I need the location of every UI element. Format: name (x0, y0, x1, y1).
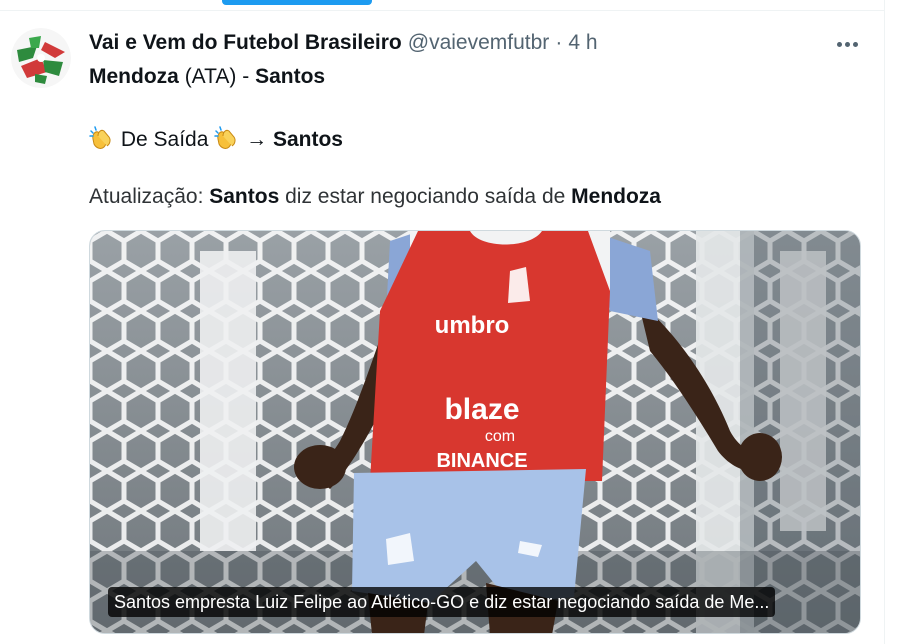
avatar[interactable] (11, 28, 71, 88)
tweet-text-line-3: Atualização: Santos diz estar negociando… (89, 185, 661, 209)
separator-dot: · (555, 31, 563, 54)
club-name: Santos (255, 65, 326, 88)
more-options-icon-dot (852, 41, 858, 47)
tweet-header: Vai e Vem do Futebol Brasileiro @vaievem… (89, 31, 598, 57)
jersey-brand: umbro (435, 312, 510, 339)
departure-label: De Saída (120, 128, 209, 151)
timestamp[interactable]: 4 h (568, 31, 597, 55)
player-position: (ATA) (184, 65, 237, 88)
clapping-hands-emoji (89, 126, 111, 149)
jersey-sponsor-sub: com (485, 428, 515, 445)
tweet-text-line-1: Mendoza (ATA) - Santos (89, 65, 325, 89)
media-caption: Santos empresta Luiz Felipe ao Atlético-… (108, 587, 776, 617)
update-text: diz estar negociando saída de (285, 185, 566, 208)
dash: - (242, 65, 250, 88)
club-name: Santos (272, 128, 343, 151)
tweet-text-line-2: De Saída → Santos (89, 125, 343, 152)
jersey-sponsor-bottom: BINANCE (436, 450, 527, 472)
more-options-button[interactable] (828, 28, 866, 60)
jersey-sponsor-main: blaze (444, 393, 519, 426)
club-name: Santos (209, 185, 280, 208)
player-name: Mendoza (571, 185, 661, 208)
divider (884, 0, 885, 644)
update-prefix: Atualização: (89, 185, 204, 208)
vai-e-vem-logo-icon (11, 28, 71, 88)
clapping-hands-emoji (214, 126, 236, 149)
player-name: Mendoza (89, 65, 179, 88)
display-name[interactable]: Vai e Vem do Futebol Brasileiro (89, 31, 402, 55)
more-options-icon (836, 41, 842, 47)
more-options-icon-dot (844, 41, 850, 47)
tweet[interactable]: Vai e Vem do Futebol Brasileiro @vaievem… (0, 0, 884, 644)
player-photo: umbro blaze com BINANCE (90, 231, 860, 633)
tweet-media-card[interactable]: umbro blaze com BINANCE Santos empresta … (89, 230, 861, 634)
user-handle[interactable]: @vaievemfutbr (408, 31, 550, 55)
arrow: → (246, 128, 268, 151)
